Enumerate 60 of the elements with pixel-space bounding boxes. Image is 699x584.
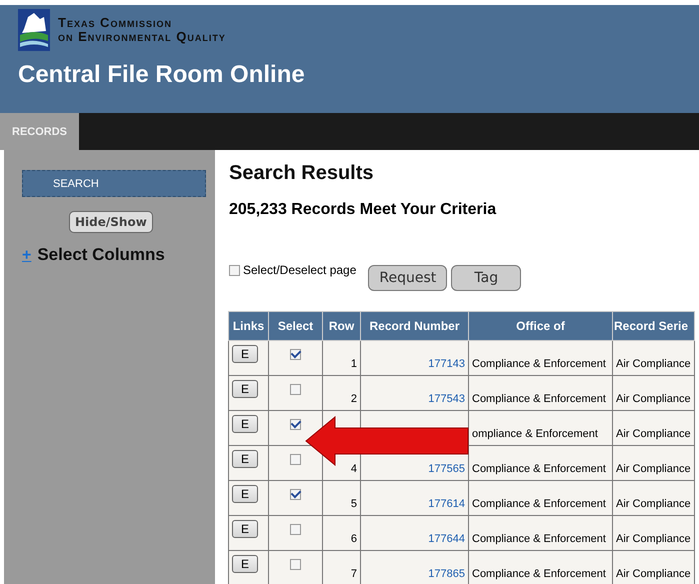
column-header[interactable]: Row [322, 312, 360, 340]
table-cell: 7 [350, 568, 357, 580]
table-cell: Air Compliance [616, 463, 691, 475]
edit-button[interactable]: E [232, 380, 258, 398]
record-link[interactable]: 177543 [428, 393, 465, 405]
record-link[interactable]: 177143 [428, 358, 465, 370]
row-checkbox[interactable] [290, 524, 301, 535]
record-link[interactable]: 177865 [428, 568, 465, 580]
row-checkbox[interactable] [290, 559, 301, 570]
results-count: 205,233 Records Meet Your Criteria [229, 201, 496, 219]
table-cell: Compliance & Enforcement [472, 498, 606, 510]
search-button[interactable]: SEARCH [22, 170, 206, 197]
table-cell: ompliance & Enforcement [472, 428, 598, 440]
logo-icon [18, 9, 50, 51]
table-cell: Compliance & Enforcement [472, 358, 606, 370]
column-header[interactable]: Record Serie [612, 312, 694, 340]
table-cell: Compliance & Enforcement [472, 393, 606, 405]
column-header[interactable]: Links [228, 312, 268, 340]
row-checkbox[interactable] [290, 489, 301, 500]
edit-button[interactable]: E [232, 485, 258, 503]
table-cell: Compliance & Enforcement [472, 463, 606, 475]
table-cell: Air Compliance [616, 428, 691, 440]
row-checkbox[interactable] [290, 349, 301, 360]
app-title: Central File Room Online [18, 61, 305, 89]
table-cell: 1 [350, 358, 357, 370]
row-checkbox[interactable] [290, 419, 301, 430]
column-header[interactable]: Record Number [360, 312, 468, 340]
table-cell: Air Compliance [616, 533, 691, 545]
hide-show-button[interactable]: Hide/Show [69, 211, 153, 233]
arrow-icon [305, 416, 469, 466]
table-cell: Air Compliance [616, 393, 691, 405]
row-checkbox[interactable] [290, 384, 301, 395]
org-name: on Environmental Quality [58, 30, 226, 44]
table-cell: Air Compliance [616, 358, 691, 370]
edit-button[interactable]: E [232, 450, 258, 468]
column-header[interactable]: Office of [468, 312, 612, 340]
record-link[interactable]: 177644 [428, 533, 465, 545]
table-cell: Air Compliance [616, 568, 691, 580]
action-button[interactable]: Request [368, 265, 448, 291]
record-link[interactable]: 177565 [428, 463, 465, 475]
record-link[interactable]: 177614 [428, 498, 465, 510]
select-columns-link[interactable]: Select Columns [37, 245, 165, 265]
table-cell: Compliance & Enforcement [472, 533, 606, 545]
table-cell: 2 [350, 393, 357, 405]
table-cell: 6 [350, 533, 357, 545]
edit-button[interactable]: E [232, 415, 258, 433]
edit-button[interactable]: E [232, 555, 258, 573]
action-button[interactable]: Tag [451, 265, 522, 291]
row-checkbox[interactable] [290, 454, 301, 465]
table-cell: 5 [350, 498, 357, 510]
edit-button[interactable]: E [232, 520, 258, 538]
table-cell: Compliance & Enforcement [472, 568, 606, 580]
org-name: Texas Commission [58, 16, 173, 30]
table-cell: 4 [350, 463, 357, 475]
select-page-checkbox[interactable] [229, 264, 240, 276]
checkbox-label: Select/Deselect page [243, 263, 356, 277]
page-title: Search Results [229, 162, 375, 185]
table-cell: Air Compliance [616, 498, 691, 510]
column-header[interactable]: Select [268, 312, 322, 340]
edit-button[interactable]: E [232, 345, 258, 363]
